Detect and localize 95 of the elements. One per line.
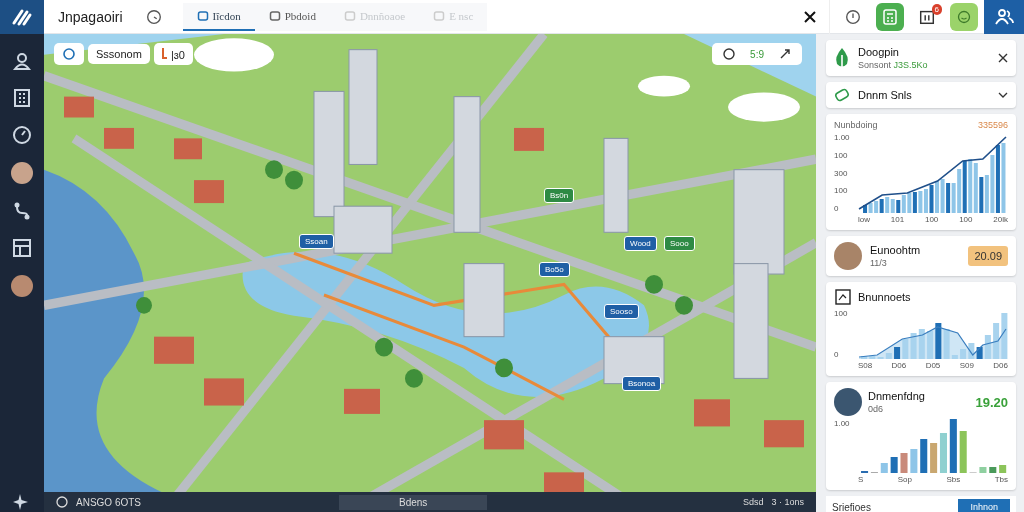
logo-icon xyxy=(11,7,33,27)
axis-label: 20lk xyxy=(993,215,1008,224)
photo-placeholder xyxy=(834,388,862,416)
avatar[interactable] xyxy=(11,162,33,184)
tab-icon xyxy=(196,9,209,22)
axis-label: 100 xyxy=(959,215,973,224)
dropdown[interactable]: Dnnm Snls xyxy=(826,82,1016,108)
item-title: Eunoohtm xyxy=(870,244,921,256)
tab[interactable]: Pbdoid xyxy=(254,2,330,31)
users-icon xyxy=(994,7,1014,26)
map-label[interactable]: Bs0n xyxy=(544,188,575,203)
calculator-icon xyxy=(883,8,897,25)
leaf-icon xyxy=(834,47,850,69)
footer-label: Sriefioes xyxy=(832,501,871,512)
layout-icon[interactable] xyxy=(12,238,32,258)
axis-label: 100 xyxy=(834,309,849,318)
chart-bar xyxy=(920,439,928,473)
chart-title: Nunbdoing xyxy=(834,120,878,130)
smile-button[interactable] xyxy=(950,2,978,31)
status-field: Bdens xyxy=(339,494,488,510)
cloud-button[interactable] xyxy=(54,43,84,65)
axis-label: 100 xyxy=(834,150,849,160)
item-subtitle: 11/3 xyxy=(870,258,888,268)
axis-label: D05 xyxy=(925,361,941,370)
chart-bar xyxy=(959,431,967,473)
chart-bar xyxy=(910,449,918,473)
user-icon[interactable] xyxy=(12,51,32,71)
users-button[interactable] xyxy=(984,0,1024,34)
axis-label: 100 xyxy=(834,186,849,196)
axis-label: 1.00 xyxy=(834,419,851,428)
axis-label: low xyxy=(858,215,870,224)
map-label[interactable]: Ssoan xyxy=(299,234,334,249)
axis-label: S09 xyxy=(959,361,974,370)
chart-bar xyxy=(989,467,997,473)
footer-button[interactable]: Inhnon xyxy=(958,499,1010,512)
axis-label: Sbs xyxy=(946,475,961,484)
chart-bar xyxy=(979,467,987,473)
value-badge: 20.09 xyxy=(968,246,1008,266)
notification-title: Doogpin xyxy=(858,46,900,58)
notification-text: Sonsont J3S.5Ko xyxy=(858,60,928,70)
notification-badge: 6 xyxy=(931,3,942,15)
tab-icon xyxy=(268,9,281,22)
axis-label: 0 xyxy=(834,350,840,359)
map-label[interactable]: Wood xyxy=(624,236,657,251)
chart-bar xyxy=(999,465,1007,473)
status-code: ANSGO 6OTS xyxy=(76,496,141,508)
building-icon[interactable] xyxy=(12,88,32,108)
document-icon xyxy=(834,288,852,306)
chart-bar xyxy=(949,419,957,473)
status-label: Sdsd xyxy=(742,497,764,507)
info-icon[interactable] xyxy=(844,7,862,26)
clock-icon[interactable] xyxy=(144,7,163,26)
chart-bar xyxy=(890,457,898,473)
axis-label: D06 xyxy=(891,361,907,370)
axis-label: Sop xyxy=(897,475,912,484)
status-count: 3 · 1ons xyxy=(771,497,804,507)
app-title: Jnpagaoiri xyxy=(57,8,124,25)
close-icon[interactable] xyxy=(998,53,1008,63)
chart-bar xyxy=(900,453,908,473)
axis-label: S08 xyxy=(858,361,873,370)
app-logo[interactable] xyxy=(0,0,44,34)
close-icon xyxy=(803,9,817,24)
tab[interactable]: Iîcdon xyxy=(182,2,255,31)
chart-title: Dnmenfdng xyxy=(868,390,925,402)
map-chip[interactable]: |ɜ0 xyxy=(153,43,193,65)
map-time: 5:9 xyxy=(750,48,764,60)
chevron-icon xyxy=(998,91,1008,99)
tab-icon xyxy=(343,9,356,22)
map-label[interactable]: Bsonoa xyxy=(622,376,662,391)
chart-title: Bnunnoets xyxy=(858,291,911,303)
expand-icon[interactable] xyxy=(778,47,792,61)
axis-label: Tbs xyxy=(994,475,1008,484)
photo-placeholder xyxy=(834,242,862,270)
axis-label: 101 xyxy=(890,215,905,224)
chart-bar xyxy=(880,463,888,473)
axis-label: 300 xyxy=(834,168,849,178)
smile-icon xyxy=(957,9,971,24)
chart-total: 335596 xyxy=(977,120,1008,130)
map-label[interactable]: Bo5o xyxy=(539,262,570,277)
calculator-button[interactable] xyxy=(876,2,904,31)
axis-label: 1.00 xyxy=(834,133,851,142)
axis-label: 0 xyxy=(834,204,840,213)
map-chip[interactable]: Sssonom xyxy=(88,44,150,64)
route-icon[interactable] xyxy=(12,201,32,221)
axis-label: S xyxy=(858,475,864,484)
gauge-icon[interactable] xyxy=(12,125,32,145)
chart-amount: 19.20 xyxy=(975,394,1008,410)
map-label[interactable]: Sooo xyxy=(664,236,695,251)
tab-icon xyxy=(433,9,446,22)
axis-label: 100 xyxy=(924,215,939,224)
axis-label: D06 xyxy=(993,361,1008,370)
chart-subtitle: 0d6 xyxy=(868,404,885,414)
avatar[interactable] xyxy=(11,275,33,297)
map-label[interactable]: Sooso xyxy=(604,304,639,319)
circle-icon[interactable] xyxy=(722,47,737,61)
